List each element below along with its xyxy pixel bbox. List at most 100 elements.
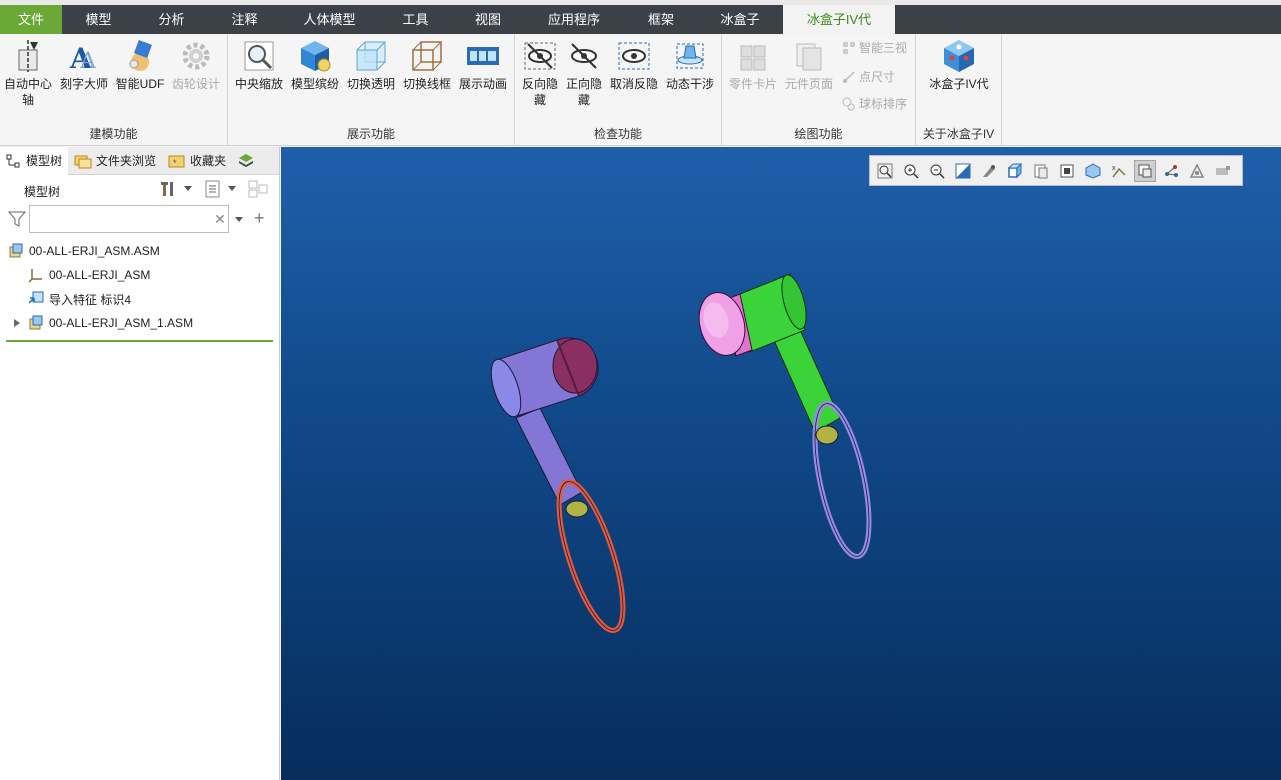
tree-item-label: 00-ALL-ERJI_ASM.ASM <box>29 244 160 258</box>
tree-icon <box>6 154 20 168</box>
add-filter-icon[interactable]: + <box>254 208 265 229</box>
folder-icon <box>74 155 92 169</box>
forward-hide-button[interactable]: 正向隐藏 <box>563 38 605 108</box>
earphone-left-model[interactable] <box>485 337 636 637</box>
tree-item-sub-asm[interactable]: 00-ALL-ERJI_ASM_1.ASM <box>0 311 280 335</box>
point-dimension-button[interactable]: 点尺寸 <box>842 69 895 85</box>
icebox-cube-icon <box>944 40 974 72</box>
smart-udf-icon <box>129 40 152 71</box>
three-view-icon <box>843 42 855 54</box>
forward-hide-label: 正向隐藏 <box>565 77 602 107</box>
filter-icon[interactable] <box>8 210 26 228</box>
balloon-sort-button[interactable]: 球标排序 <box>842 96 907 112</box>
engrave-master-button[interactable]: A A 刻字大师 <box>58 38 110 92</box>
gear-design-label: 齿轮设计 <box>171 77 220 91</box>
tree-item-label: 00-ALL-ERJI_ASM_1.ASM <box>49 316 194 330</box>
toggle-wireframe-label: 切换线框 <box>402 77 451 91</box>
navigator-tabs: 模型树 文件夹浏览 * 收藏夹 <box>0 147 279 175</box>
tab-model-tree-label: 模型树 <box>26 154 63 168</box>
show-animation-button[interactable]: 展示动画 <box>457 38 509 92</box>
auto-center-axis-label: 自动中心轴 <box>3 77 52 107</box>
group-inspect: 反向隐藏 正向隐藏 取消反隐 动态干涉 检查功能 <box>515 34 722 146</box>
show-animation-label: 展示动画 <box>458 77 507 91</box>
menu-view[interactable]: 视图 <box>453 5 523 34</box>
magnifier-icon <box>244 41 274 71</box>
dynamic-interference-button[interactable]: 动态干涉 <box>664 38 716 92</box>
menu-icebox-iv[interactable]: 冰盒子IV代 <box>783 5 895 34</box>
menu-model[interactable]: 模型 <box>62 5 135 34</box>
component-page-button[interactable]: 元件页面 <box>783 38 835 92</box>
svg-text:A: A <box>79 49 97 74</box>
menu-annotate[interactable]: 注释 <box>208 5 281 34</box>
tree-item-csys[interactable]: 00-ALL-ERJI_ASM <box>0 263 280 287</box>
expand-arrow-icon[interactable] <box>12 318 22 328</box>
show-list-icon[interactable] <box>204 180 222 198</box>
tree-item-root-asm[interactable]: 00-ALL-ERJI_ASM.ASM <box>0 239 280 263</box>
center-zoom-label: 中央缩放 <box>234 77 283 91</box>
toggle-wireframe-button[interactable]: 切换线框 <box>401 38 453 92</box>
earphone-right-model[interactable] <box>692 272 879 561</box>
group-modeling: 自动中心轴 A A 刻字大师 智能UDF 齿轮设计 建模功能 <box>0 34 228 146</box>
tree-item-import-feature[interactable]: 导入特征 标识4 <box>0 287 280 311</box>
letter-a-icon: A A <box>69 42 97 74</box>
model-colorful-label: 模型缤纷 <box>290 77 339 91</box>
component-page-icon <box>796 43 822 71</box>
tab-model-tree[interactable]: 模型树 <box>0 147 69 175</box>
svg-text:*: * <box>173 158 177 168</box>
wireframe-cube-icon <box>412 41 442 71</box>
chevron-down-icon[interactable] <box>228 186 236 192</box>
clear-search-icon[interactable]: ✕ <box>214 211 226 228</box>
toggle-transparent-button[interactable]: 切换透明 <box>345 38 397 92</box>
menu-tools[interactable]: 工具 <box>378 5 453 34</box>
menu-analysis[interactable]: 分析 <box>135 5 208 34</box>
chevron-down-icon[interactable] <box>235 217 243 223</box>
menu-applications[interactable]: 应用程序 <box>523 5 625 34</box>
balloon-sort-label: 球标排序 <box>859 97 908 111</box>
navigator-panel: 模型树 文件夹浏览 * 收藏夹 模型树 ✕ + 00-ALL-ERJI_ASM.… <box>0 147 280 780</box>
smart-udf-label: 智能UDF <box>115 77 165 91</box>
group-modeling-label: 建模功能 <box>89 127 138 141</box>
reverse-hide-label: 反向隐藏 <box>521 77 558 107</box>
film-strip-icon <box>467 47 499 65</box>
smart-three-view-label: 智能三视 <box>859 41 908 55</box>
model-colorful-button[interactable]: 模型缤纷 <box>289 38 341 92</box>
auto-center-axis-button[interactable]: 自动中心轴 <box>2 38 54 108</box>
tree-item-label: 00-ALL-ERJI_ASM <box>49 268 151 282</box>
tree-toolbar: 模型树 <box>0 175 279 205</box>
tree-item-label: 导入特征 标识4 <box>49 292 132 307</box>
model-3d-view[interactable] <box>281 147 1281 780</box>
assembly-icon <box>9 243 23 258</box>
component-page-label: 元件页面 <box>784 77 833 91</box>
reverse-hide-button[interactable]: 反向隐藏 <box>519 38 561 108</box>
tree-settings-icon[interactable] <box>160 180 178 198</box>
engrave-master-label: 刻字大师 <box>59 77 108 91</box>
chevron-down-icon[interactable] <box>184 186 192 192</box>
tab-favorites[interactable]: * 收藏夹 <box>162 147 232 175</box>
smart-three-view-button[interactable]: 智能三视 <box>842 40 907 56</box>
smart-udf-button[interactable]: 智能UDF <box>113 38 167 92</box>
csys-icon <box>28 269 42 283</box>
tab-layers[interactable] <box>232 147 260 175</box>
ribbon: 自动中心轴 A A 刻字大师 智能UDF 齿轮设计 建模功能 中央缩放 模型缤纷… <box>0 34 1281 146</box>
graphics-viewport[interactable]: x <box>281 147 1281 780</box>
tree-columns-icon[interactable] <box>248 180 268 198</box>
model-tree: 00-ALL-ERJI_ASM.ASM 00-ALL-ERJI_ASM 导入特征… <box>0 239 280 335</box>
dimension-icon <box>843 71 855 83</box>
group-display-label: 展示功能 <box>346 127 395 141</box>
menu-human-model[interactable]: 人体模型 <box>281 5 378 34</box>
tab-favorites-label: 收藏夹 <box>190 154 227 168</box>
icebox-iv-button[interactable]: 冰盒子IV代 <box>929 38 989 92</box>
gear-design-button[interactable]: 齿轮设计 <box>170 38 222 92</box>
tree-filter-row: ✕ + <box>0 205 280 235</box>
tree-search-input[interactable] <box>29 205 229 233</box>
menu-icebox[interactable]: 冰盒子 <box>697 5 783 34</box>
group-drawing-label: 绘图功能 <box>794 127 843 141</box>
part-card-button[interactable]: 零件卡片 <box>727 38 779 92</box>
center-zoom-button[interactable]: 中央缩放 <box>233 38 285 92</box>
tab-folder-browser[interactable]: 文件夹浏览 <box>68 147 162 175</box>
cancel-reverse-hide-button[interactable]: 取消反隐 <box>608 38 660 92</box>
menu-file[interactable]: 文件 <box>0 5 62 34</box>
interference-icon <box>676 43 704 69</box>
menu-framework[interactable]: 框架 <box>625 5 697 34</box>
cancel-reverse-hide-label: 取消反隐 <box>609 77 658 91</box>
